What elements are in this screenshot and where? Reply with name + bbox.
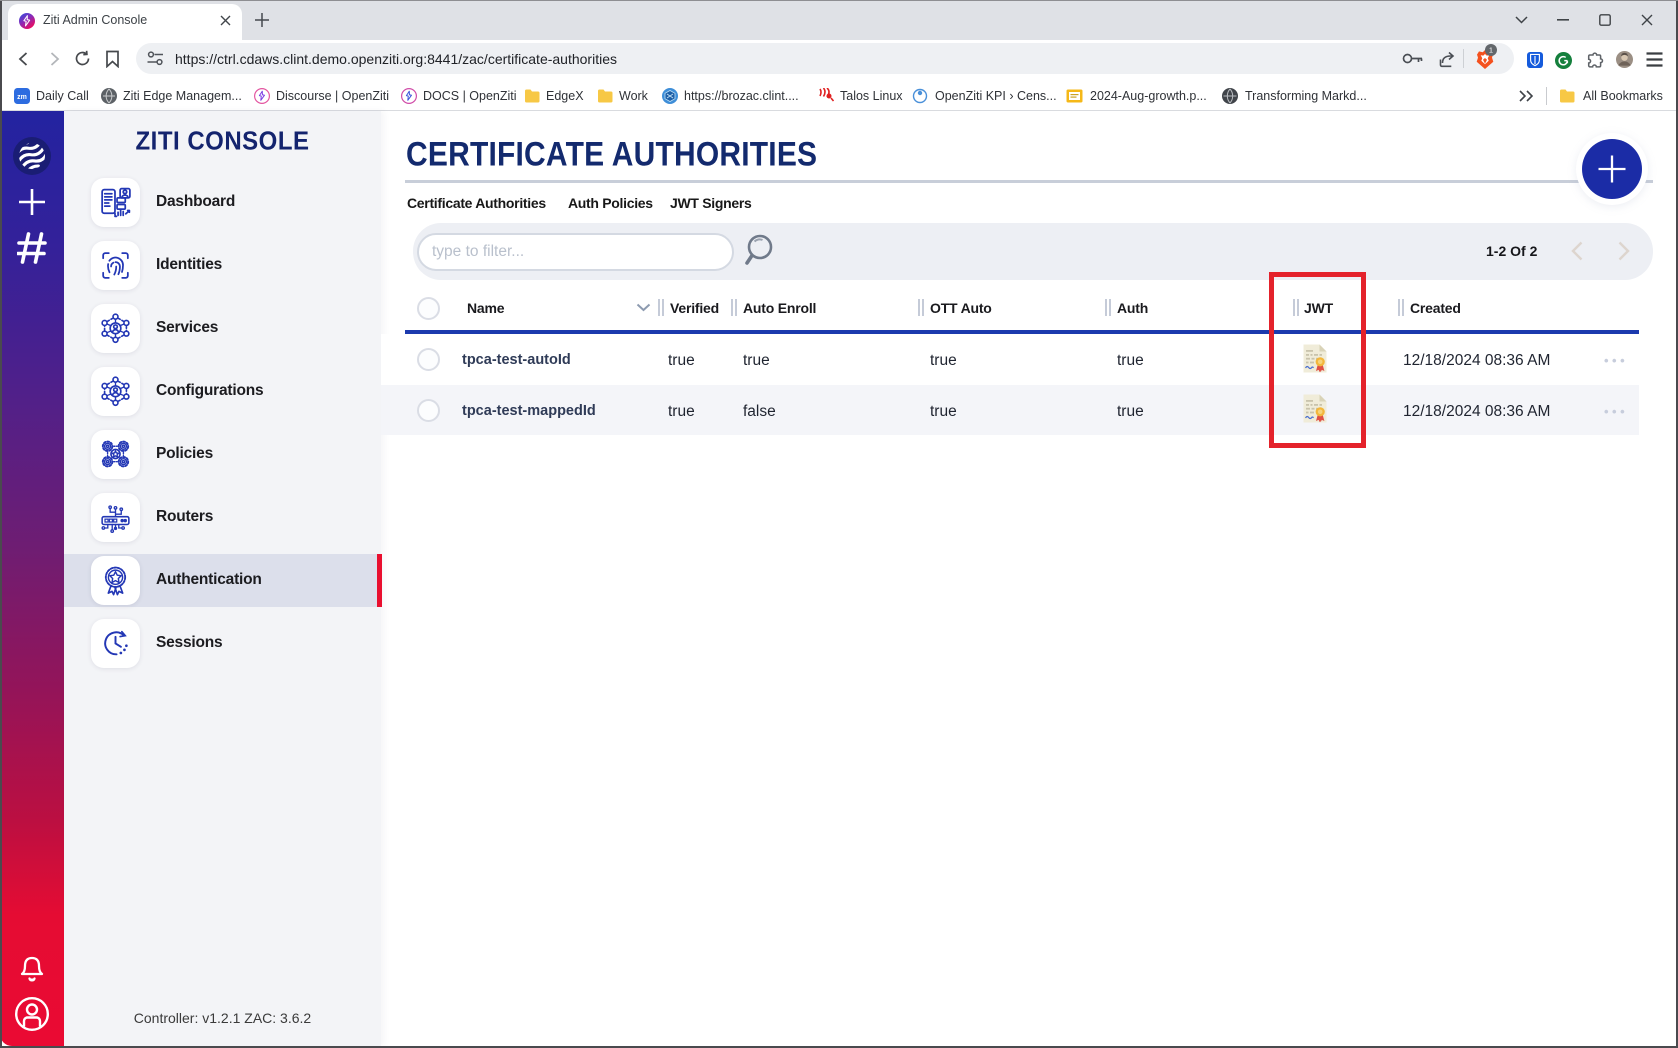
- svg-text:zm: zm: [17, 94, 27, 101]
- svg-text:1: 1: [1489, 46, 1493, 55]
